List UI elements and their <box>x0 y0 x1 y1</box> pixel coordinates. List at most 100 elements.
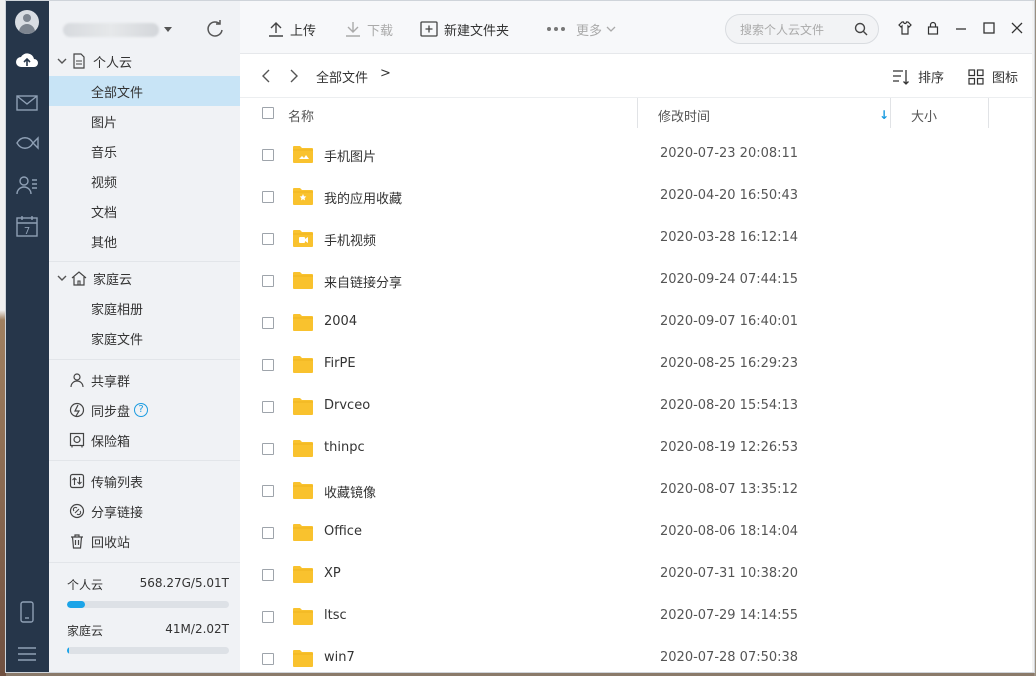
row-checkbox[interactable] <box>262 527 274 539</box>
table-row[interactable]: 收藏镜像 2020-08-07 13:35:12 <box>240 470 1034 512</box>
file-name[interactable]: Drvceo <box>324 398 370 413</box>
account-caret-icon[interactable] <box>164 27 172 32</box>
sidebar-item-recycle-bin[interactable]: 回收站 <box>49 526 240 556</box>
column-header-size[interactable]: 大小 <box>911 106 937 125</box>
table-row[interactable]: 来自链接分享 2020-09-24 07:44:15 <box>240 260 1034 302</box>
sidebar-item-pictures[interactable]: 图片 <box>49 106 240 136</box>
row-checkbox[interactable] <box>262 653 274 665</box>
sidebar-item-share-links[interactable]: 分享链接 <box>49 496 240 526</box>
column-separator[interactable] <box>637 98 638 128</box>
account-name-blurred[interactable] <box>63 23 159 37</box>
sidebar-item-videos[interactable]: 视频 <box>49 166 240 196</box>
sidebar-item-music[interactable]: 音乐 <box>49 136 240 166</box>
close-icon[interactable] <box>1010 21 1024 35</box>
file-modified-date: 2020-09-07 16:40:01 <box>660 314 799 329</box>
breadcrumb-all-files[interactable]: 全部文件 <box>316 67 368 86</box>
search-icon[interactable] <box>854 22 868 36</box>
select-all-checkbox[interactable] <box>262 107 274 119</box>
row-checkbox[interactable] <box>262 149 274 161</box>
table-row[interactable]: 手机图片 2020-07-23 20:08:11 <box>240 134 1034 176</box>
forward-icon[interactable] <box>286 69 300 83</box>
column-separator[interactable] <box>988 98 989 128</box>
table-row[interactable]: FirPE 2020-08-25 16:29:23 <box>240 344 1034 386</box>
sidebar-item-family-album[interactable]: 家庭相册 <box>49 293 240 323</box>
file-name[interactable]: XP <box>324 566 341 581</box>
menu-icon[interactable] <box>14 641 40 667</box>
sort-button[interactable]: 排序 <box>892 67 944 86</box>
personal-cloud-group[interactable]: 个人云 <box>49 46 240 76</box>
cloud-icon[interactable] <box>14 48 40 74</box>
scrollbar[interactable] <box>1032 1 1034 672</box>
sort-label: 排序 <box>918 71 945 86</box>
contacts-icon[interactable] <box>14 172 40 198</box>
file-name[interactable]: ltsc <box>324 608 347 623</box>
file-name[interactable]: 手机视频 <box>324 230 376 249</box>
sidebar-item-share-group[interactable]: 共享群 <box>49 365 240 395</box>
help-icon[interactable]: ? <box>134 403 149 417</box>
row-checkbox[interactable] <box>262 317 274 329</box>
sidebar-item-sync-disk[interactable]: 同步盘 ? <box>49 395 240 425</box>
row-checkbox[interactable] <box>262 191 274 203</box>
table-row[interactable]: 我的应用收藏 2020-04-20 16:50:43 <box>240 176 1034 218</box>
row-checkbox[interactable] <box>262 233 274 245</box>
more-button[interactable]: 更多 <box>546 18 622 40</box>
lock-icon[interactable] <box>926 21 940 35</box>
toolbar: 上传 下载 新建文件夹 更多 搜索个人云文件 <box>240 1 1034 54</box>
row-checkbox[interactable] <box>262 569 274 581</box>
file-name[interactable]: 收藏镜像 <box>324 482 376 501</box>
sidebar-item-transfer-list[interactable]: 传输列表 <box>49 466 240 496</box>
sidebar-item-documents[interactable]: 文档 <box>49 196 240 226</box>
table-row[interactable]: XP 2020-07-31 10:38:20 <box>240 554 1034 596</box>
file-name[interactable]: 我的应用收藏 <box>324 188 402 207</box>
minimize-icon[interactable] <box>954 21 968 35</box>
maximize-icon[interactable] <box>982 21 996 35</box>
file-name[interactable]: win7 <box>324 650 355 665</box>
back-icon[interactable] <box>260 69 274 83</box>
table-row[interactable]: ltsc 2020-07-29 14:14:55 <box>240 596 1034 638</box>
mail-icon[interactable] <box>14 90 40 116</box>
file-modified-date: 2020-04-20 16:50:43 <box>660 188 799 203</box>
view-toggle-button[interactable]: 图标 <box>968 67 1018 86</box>
new-folder-button[interactable]: 新建文件夹 <box>420 18 509 40</box>
upload-label: 上传 <box>290 23 317 39</box>
table-row[interactable]: Drvceo 2020-08-20 15:54:13 <box>240 386 1034 428</box>
refresh-icon[interactable] <box>205 19 225 39</box>
sidebar-item-other[interactable]: 其他 <box>49 226 240 256</box>
fish-icon[interactable] <box>14 130 40 156</box>
file-name[interactable]: FirPE <box>324 356 356 371</box>
table-row[interactable]: 2004 2020-09-07 16:40:01 <box>240 302 1034 344</box>
row-checkbox[interactable] <box>262 611 274 623</box>
row-checkbox[interactable] <box>262 485 274 497</box>
table-row[interactable]: Office 2020-08-06 18:14:04 <box>240 512 1034 554</box>
file-name[interactable]: 手机图片 <box>324 146 376 165</box>
column-separator[interactable] <box>890 98 891 128</box>
trash-icon <box>71 534 83 549</box>
download-button[interactable]: 下载 <box>345 18 393 40</box>
table-row[interactable]: thinpc 2020-08-19 12:26:53 <box>240 428 1034 470</box>
avatar-icon[interactable] <box>15 10 39 34</box>
sidebar-item-family-files[interactable]: 家庭文件 <box>49 323 240 353</box>
row-checkbox[interactable] <box>262 401 274 413</box>
file-name[interactable]: Office <box>324 524 362 539</box>
sidebar-item-all-files[interactable]: 全部文件 <box>49 76 240 106</box>
upload-button[interactable]: 上传 <box>268 18 316 40</box>
main-panel: 上传 下载 新建文件夹 更多 搜索个人云文件 全部文件 > 排序 图标 名称 修… <box>240 1 1034 672</box>
row-checkbox[interactable] <box>262 275 274 287</box>
phone-icon[interactable] <box>14 599 40 625</box>
file-name[interactable]: thinpc <box>324 440 365 455</box>
row-checkbox[interactable] <box>262 443 274 455</box>
skin-icon[interactable] <box>898 21 912 35</box>
table-row[interactable]: win7 2020-07-28 07:50:38 <box>240 638 1034 672</box>
file-name[interactable]: 来自链接分享 <box>324 272 402 291</box>
file-name[interactable]: 2004 <box>324 314 357 329</box>
sidebar-item-safe[interactable]: 保险箱 <box>49 425 240 455</box>
search-input[interactable]: 搜索个人云文件 <box>725 14 879 44</box>
table-row[interactable]: 手机视频 2020-03-28 16:12:14 <box>240 218 1034 260</box>
sidebar-item-label: 全部文件 <box>91 85 144 101</box>
calendar-icon[interactable]: 7 <box>14 213 40 239</box>
column-header-name[interactable]: 名称 <box>288 106 314 125</box>
divider <box>49 261 240 262</box>
row-checkbox[interactable] <box>262 359 274 371</box>
family-cloud-group[interactable]: 家庭云 <box>49 263 240 293</box>
column-header-modified[interactable]: 修改时间 <box>658 106 710 125</box>
